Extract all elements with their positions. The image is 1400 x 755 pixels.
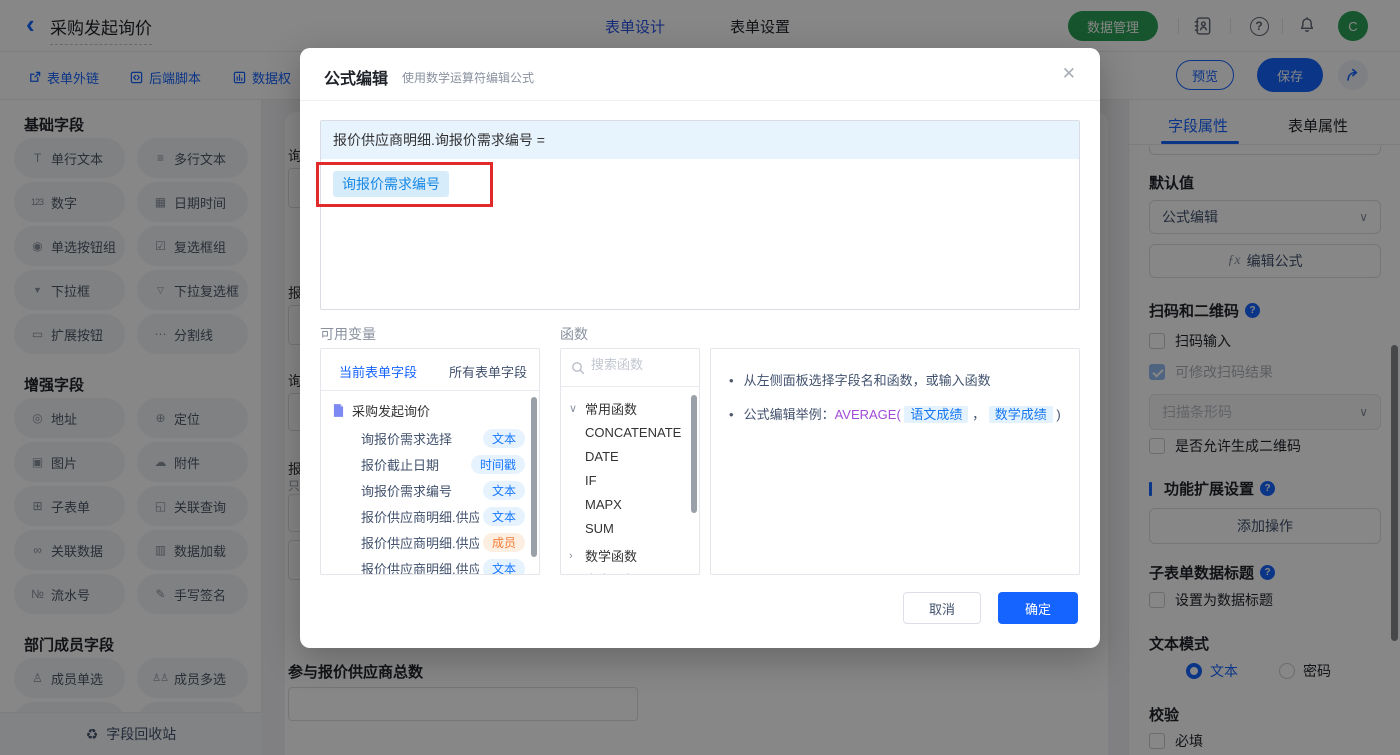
function-item[interactable]: IF [585,473,597,488]
functions-label: 函数 [560,326,588,342]
variable-name: 报价供应商明细.供应商 [361,535,479,551]
formula-field-chip[interactable]: 询报价需求编号 [333,171,449,197]
tab-current-form-fields[interactable]: 当前表单字段 [339,362,417,381]
function-name: IF [585,473,597,488]
app-root: ‹ 采购发起询价 表单设计 表单设置 数据管理 ? C 表单外链 后端脚本 数据… [0,0,1400,755]
example-function: AVERAGE( [834,407,901,422]
close-icon[interactable]: ✕ [1062,64,1076,84]
type-badge: 文本 [482,558,525,574]
example-close: ) [1056,407,1061,422]
function-search-input[interactable] [591,357,691,372]
type-badge: 文本 [482,480,525,500]
variable-row[interactable]: 报价截止日期 时间戳 [321,451,539,477]
example-prefix: 公式编辑举例： [743,407,835,422]
tree-root-label: 采购发起询价 [352,403,431,419]
type-badge: 文本 [482,428,525,448]
file-icon [333,403,344,417]
variable-name: 报价供应商明细.供应... [361,561,479,575]
function-name: DATE [585,449,619,464]
help-example: 公式编辑举例：AVERAGE( 语文成绩 ， 数学成绩 ) [744,405,1061,424]
help-text: 从左侧面板选择字段名和函数，或输入函数 [743,373,991,388]
caret-right-icon: › [569,574,579,575]
function-name: SUM [585,521,614,536]
example-field-chip: 数学成绩 [988,406,1053,423]
functions-scrollbar[interactable] [691,395,697,513]
variables-scrollbar[interactable] [531,397,537,557]
type-badge: 时间戳 [470,454,525,474]
help-line-2: • 公式编辑举例：AVERAGE( 语文成绩 ， 数学成绩 ) [729,405,1061,424]
functions-panel: ∨ 常用函数 CONCATENATE DATE IF MAPX SUM › 数学函数… [560,348,700,575]
variables-tabs: 当前表单字段 所有表单字段 [321,349,539,391]
variable-row[interactable]: 报价供应商明细.供应...文本 [321,503,539,529]
function-group-common[interactable]: ∨ 常用函数 [569,399,637,418]
function-group-text[interactable]: › 文本函数 [569,570,637,575]
function-item[interactable]: CONCATENATE [585,425,681,440]
group-label: 常用函数 [585,402,638,417]
tab-all-form-fields[interactable]: 所有表单字段 [449,362,527,381]
dialog-subtitle: 使用数学运算符编辑公式 [402,71,535,85]
variable-row[interactable]: 询报价需求选择 文本 [321,425,539,451]
variable-row[interactable]: 报价供应商明细.供应商成员 [321,529,539,555]
function-item[interactable]: SUM [585,521,614,536]
function-group-math[interactable]: › 数学函数 [569,546,637,565]
variables-label: 可用变量 [320,326,376,342]
function-item[interactable]: DATE [585,449,619,464]
caret-right-icon: › [569,549,573,562]
type-badge: 文本 [482,506,525,526]
group-label: 数学函数 [585,549,638,564]
confirm-button[interactable]: 确定 [998,592,1078,624]
function-item[interactable]: MAPX [585,497,622,512]
variable-row[interactable]: 询报价需求编号 文本 [321,477,539,503]
formula-content-area[interactable]: 询报价需求编号 [321,159,1079,209]
function-name: CONCATENATE [585,425,682,440]
formula-target-bar: 报价供应商明细.询报价需求编号 = [321,121,1079,159]
help-line-1: • 从左侧面板选择字段名和函数，或输入函数 [729,371,991,390]
type-badge: 成员 [482,532,525,552]
formula-target-text: 报价供应商明细.询报价需求编号 = [333,132,545,148]
example-comma: ， [972,407,986,422]
caret-down-icon: ∨ [569,403,578,415]
variable-name: 询报价需求选择 [361,431,453,447]
variable-row[interactable]: 报价供应商明细.供应...文本 [321,555,539,575]
function-search-row [561,349,699,387]
dialog-title: 公式编辑 [324,71,389,88]
group-label: 文本函数 [585,570,637,574]
bullet-icon: • [729,407,734,422]
formula-editor-box[interactable]: 报价供应商明细.询报价需求编号 = 询报价需求编号 [320,120,1080,310]
variable-name: 报价截止日期 [361,457,440,473]
example-field-chip: 语文成绩 [904,406,969,423]
dialog-header-divider [300,100,1100,101]
bullet-icon: • [729,373,734,388]
variable-name: 报价供应商明细.供应... [361,509,479,525]
variable-name: 询报价需求编号 [361,483,453,499]
function-name: MAPX [585,497,622,512]
variables-panel: 当前表单字段 所有表单字段 采购发起询价 询报价需求选择 文本 报价截止日期 时间戳… [320,348,540,575]
search-icon [572,362,585,375]
formula-editor-dialog: 公式编辑 使用数学运算符编辑公式 ✕ 报价供应商明细.询报价需求编号 = 询报价… [300,48,1100,648]
cancel-button[interactable]: 取消 [903,592,981,624]
tree-root-form[interactable]: 采购发起询价 [321,397,539,423]
help-panel: • 从左侧面板选择字段名和函数，或输入函数 • 公式编辑举例：AVERAGE( … [710,348,1080,575]
